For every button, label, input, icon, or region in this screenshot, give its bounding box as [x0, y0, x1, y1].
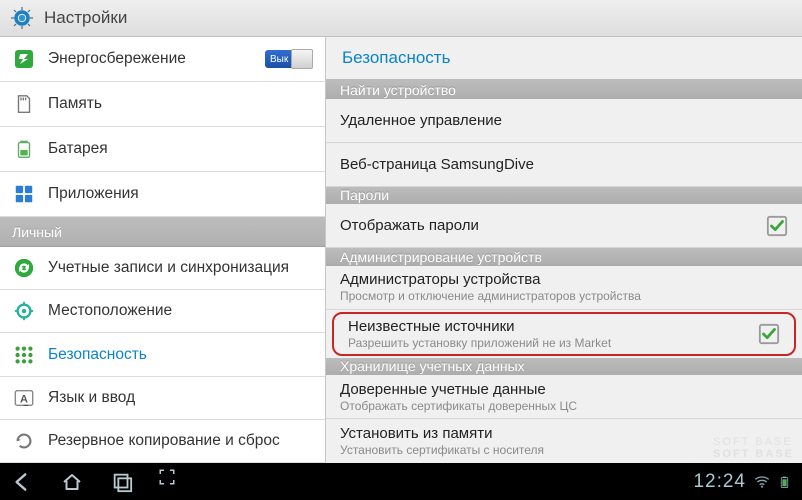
item-label: Неизвестные источники — [348, 318, 611, 335]
unknown-sources-checkbox[interactable] — [758, 323, 780, 345]
sidebar-item-label: Энергосбережение — [48, 50, 186, 68]
sidebar-item-label: Местоположение — [48, 302, 172, 320]
language-input-icon: A — [12, 386, 36, 410]
sidebar-item-label: Резервное копирование и сброс — [48, 432, 280, 450]
location-target-icon — [12, 299, 36, 323]
item-trusted-credentials[interactable]: Доверенные учетные данные Отображать сер… — [326, 375, 802, 419]
sidebar-item-label: Язык и ввод — [48, 389, 135, 407]
sidebar-item-language-input[interactable]: A Язык и ввод — [0, 377, 325, 420]
battery-icon — [12, 137, 36, 161]
app-header: Настройки — [0, 0, 802, 37]
section-find-device: Найти устройство — [326, 81, 802, 99]
sidebar-item-label: Память — [48, 95, 102, 113]
item-sublabel: Установить сертификаты с носителя — [340, 443, 544, 457]
item-sublabel: Просмотр и отключение администраторов ус… — [340, 289, 641, 303]
system-nav-bar: 12:24 — [0, 463, 802, 500]
item-unknown-sources[interactable]: Неизвестные источники Разрешить установк… — [332, 312, 796, 356]
item-sublabel: Отображать сертификаты доверенных ЦС — [340, 399, 577, 413]
item-label: Администраторы устройства — [340, 271, 641, 288]
item-label: Веб-страница SamsungDive — [340, 156, 534, 173]
backup-reset-icon — [12, 429, 36, 453]
clock: 12:24 — [693, 471, 746, 493]
apps-grid-icon — [12, 182, 36, 206]
sidebar-item-storage[interactable]: Память — [0, 82, 325, 127]
sidebar-section-personal: Личный — [0, 217, 325, 247]
right-panel: Безопасность Найти устройство Удаленное … — [326, 37, 802, 463]
section-device-admin: Администрирование устройств — [326, 248, 802, 266]
item-label: Доверенные учетные данные — [340, 381, 577, 398]
sidebar-item-battery[interactable]: Батарея — [0, 127, 325, 172]
item-show-passwords[interactable]: Отображать пароли — [326, 204, 802, 248]
screenshot-button[interactable] — [158, 468, 176, 486]
wifi-icon — [754, 474, 770, 490]
show-passwords-checkbox[interactable] — [766, 215, 788, 237]
sidebar-item-location[interactable]: Местоположение — [0, 290, 325, 333]
battery-status-icon — [778, 474, 794, 490]
sidebar-item-apps[interactable]: Приложения — [0, 172, 325, 217]
item-device-admins[interactable]: Администраторы устройства Просмотр и отк… — [326, 266, 802, 310]
item-samsung-dive[interactable]: Веб-страница SamsungDive — [326, 143, 802, 187]
item-remote-management[interactable]: Удаленное управление — [326, 99, 802, 143]
sidebar-item-security[interactable]: Безопасность — [0, 333, 325, 376]
app-title: Настройки — [44, 8, 127, 28]
back-button[interactable] — [8, 468, 36, 496]
section-passwords: Пароли — [326, 187, 802, 205]
power-saving-toggle[interactable]: Вык — [265, 50, 313, 68]
panel-title: Безопасность — [326, 37, 802, 81]
item-sublabel: Разрешить установку приложений не из Mar… — [348, 336, 611, 350]
item-install-from-storage[interactable]: Установить из памяти Установить сертифик… — [326, 419, 802, 463]
settings-gear-icon — [10, 6, 34, 30]
sd-card-icon — [12, 92, 36, 116]
sync-icon — [12, 256, 36, 280]
svg-text:A: A — [20, 393, 28, 405]
security-grid-icon — [12, 343, 36, 367]
item-label: Установить из памяти — [340, 425, 544, 442]
section-credentials: Хранилище учетных данных — [326, 358, 802, 376]
recent-apps-button[interactable] — [108, 468, 136, 496]
sidebar-item-accounts-sync[interactable]: Учетные записи и синхронизация — [0, 247, 325, 290]
power-saving-icon — [12, 47, 36, 71]
sidebar-item-label: Батарея — [48, 140, 108, 158]
sidebar-item-backup-reset[interactable]: Резервное копирование и сброс — [0, 420, 325, 463]
settings-list: Найти устройство Удаленное управление Ве… — [326, 81, 802, 463]
sidebar-item-label: Приложения — [48, 185, 139, 203]
item-label: Отображать пароли — [340, 217, 479, 234]
sidebar-item-power-saving[interactable]: Энергосбережение Вык — [0, 37, 325, 82]
sidebar-item-label: Безопасность — [48, 346, 147, 364]
left-panel: Энергосбережение Вык Память Батарея — [0, 37, 326, 463]
status-tray[interactable]: 12:24 — [693, 471, 794, 493]
sidebar-item-label: Учетные записи и синхронизация — [48, 259, 289, 277]
home-button[interactable] — [58, 468, 86, 496]
item-label: Удаленное управление — [340, 112, 502, 129]
